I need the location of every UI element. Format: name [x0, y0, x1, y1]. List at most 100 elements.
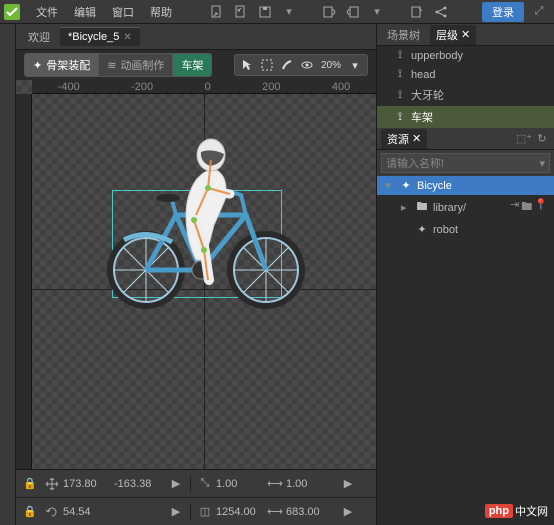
play4-icon[interactable]: ▶ — [340, 504, 356, 520]
item-label: 车架 — [411, 109, 433, 125]
lock2-icon[interactable]: 🔒 — [22, 504, 38, 520]
open-file-icon[interactable] — [230, 3, 252, 21]
canvas-artwork[interactable] — [86, 120, 306, 310]
menu-window[interactable]: 窗口 — [104, 4, 142, 20]
status-bar: 🔒 173.80 -163.38 ▶ ⤡ 1.00 ⟷ 1.00 ▶ — [16, 469, 376, 497]
bone-icon: ⟟ — [393, 89, 407, 102]
scale-icon[interactable]: ⤡ — [197, 476, 213, 492]
share-icon[interactable] — [430, 3, 452, 21]
global-toolbar: ▾ ▾ — [190, 3, 452, 21]
tab-hierarchy-label: 层级 — [436, 27, 458, 43]
resource-folder-library[interactable]: ▸ 🖿 library/ ⇥ 🖿 📍 — [377, 195, 554, 220]
watermark: php 中文网 — [485, 503, 548, 519]
dropdown-icon[interactable]: ▾ — [278, 3, 300, 21]
tab-welcome[interactable]: 欢迎 — [20, 26, 58, 48]
tab-hierarchy[interactable]: 层级 ✕ — [430, 25, 476, 45]
resource-item-robot[interactable]: ✦ robot — [377, 220, 554, 239]
motion-icon: ≋ — [107, 59, 116, 72]
size-w[interactable]: 1254.00 — [216, 506, 264, 518]
size-icon[interactable]: ◫ — [197, 504, 213, 520]
tab-bicycle-label: *Bicycle_5 — [68, 31, 119, 43]
search-placeholder: 请输入名称! — [386, 155, 444, 171]
login-button[interactable]: 登录 — [482, 2, 524, 22]
canvas-viewport[interactable]: -400-2000200400 — [16, 80, 376, 469]
res-action3-icon[interactable]: 📍 — [534, 198, 548, 217]
watermark-brand: php — [485, 504, 513, 518]
tab-scene-tree[interactable]: 场景树 — [381, 25, 426, 45]
resource-root-bicycle[interactable]: ▾ ✦ Bicycle — [377, 176, 554, 195]
close-panel2-icon[interactable]: ✕ — [412, 132, 421, 145]
eye-tool-icon[interactable] — [299, 55, 315, 75]
hierarchy-item-upperbody[interactable]: ⟟ upperbody — [377, 46, 554, 65]
resource-search-input[interactable]: 请输入名称! ▾ — [381, 153, 550, 173]
mode-animation-label: 动画制作 — [120, 57, 164, 73]
res-action1-icon[interactable]: ⇥ — [510, 198, 519, 217]
mode-toolbar: ✦ 骨架装配 ≋ 动画制作 车架 20% ▾ — [16, 50, 376, 80]
refresh-icon[interactable]: ↻ — [534, 131, 550, 147]
person-icon: ✦ — [33, 59, 42, 72]
scale-link-icon[interactable]: ⟷ — [267, 476, 283, 492]
item-label: upperbody — [411, 50, 463, 62]
folder-icon: 🖿 — [415, 198, 429, 217]
bone-icon: ⟟ — [393, 68, 407, 81]
position-y[interactable]: -163.38 — [114, 478, 162, 490]
close-panel-icon[interactable]: ✕ — [461, 28, 470, 41]
size-link-icon[interactable]: ⟷ — [267, 504, 283, 520]
hierarchy-item-frame[interactable]: ⟟ 车架 — [377, 106, 554, 128]
bone-icon: ⟟ — [393, 111, 407, 124]
bone-icon: ⟟ — [393, 49, 407, 62]
menu-file[interactable]: 文件 — [28, 4, 66, 20]
opacity-dropdown-icon[interactable]: ▾ — [347, 55, 363, 75]
import-icon[interactable] — [318, 3, 340, 21]
app-logo-icon — [4, 4, 20, 20]
status-bar-2: 🔒 54.54 ▶ ◫ 1254.00 ⟷ 683.00 ▶ — [16, 497, 376, 525]
scale-x[interactable]: 1.00 — [216, 478, 264, 490]
expand-icon[interactable]: ▸ — [401, 201, 411, 214]
selection-tool-icon[interactable] — [259, 55, 275, 75]
tab-bicycle[interactable]: *Bicycle_5 ✕ — [60, 27, 140, 46]
add-resource-icon[interactable]: ⬚⁺ — [516, 131, 532, 147]
mode-frame[interactable]: 车架 — [173, 54, 211, 76]
hierarchy-item-gear[interactable]: ⟟ 大牙轮 — [377, 84, 554, 106]
collapse-icon[interactable]: ▾ — [385, 179, 395, 192]
cursor-tool-icon[interactable] — [239, 55, 255, 75]
tab-resources[interactable]: 资源 ✕ — [381, 129, 427, 149]
canvas-tools: 20% ▾ — [234, 54, 368, 76]
save-icon[interactable] — [254, 3, 276, 21]
mode-animation[interactable]: ≋ 动画制作 — [99, 54, 173, 76]
export-icon[interactable] — [342, 3, 364, 21]
scale-y[interactable]: 1.00 — [286, 478, 334, 490]
figure-icon: ✦ — [415, 223, 429, 236]
res-action2-icon[interactable]: 🖿 — [521, 198, 532, 217]
rotation-value[interactable]: 54.54 — [63, 506, 111, 518]
mode-rigging[interactable]: ✦ 骨架装配 — [25, 54, 99, 76]
size-h[interactable]: 683.00 — [286, 506, 334, 518]
left-gutter — [0, 24, 16, 525]
lock-icon[interactable]: 🔒 — [22, 476, 38, 492]
top-menubar: 文件 编辑 窗口 帮助 ▾ ▾ 登录 ⤢ — [0, 0, 554, 24]
mode-rigging-label: 骨架装配 — [46, 57, 90, 73]
menu-help[interactable]: 帮助 — [142, 4, 180, 20]
position-x[interactable]: 173.80 — [63, 478, 111, 490]
menu-edit[interactable]: 编辑 — [66, 4, 104, 20]
mode-frame-label: 车架 — [181, 57, 203, 73]
ruler-horizontal: -400-2000200400 — [32, 80, 376, 94]
opacity-value[interactable]: 20% — [319, 60, 343, 71]
play2-icon[interactable]: ▶ — [340, 476, 356, 492]
resource-label: robot — [433, 224, 458, 236]
hierarchy-tree: ⟟ upperbody ⟟head ⟟ 大牙轮 ⟟ 车架 — [377, 46, 554, 128]
move-icon[interactable] — [44, 476, 60, 492]
close-tab-icon[interactable]: ✕ — [123, 32, 131, 43]
item-label: 大牙轮 — [411, 87, 444, 103]
new-file-icon[interactable] — [206, 3, 228, 21]
expand-icon[interactable]: ⤢ — [528, 3, 550, 21]
hierarchy-item-head[interactable]: ⟟head — [377, 65, 554, 84]
search-dropdown-icon[interactable]: ▾ — [539, 157, 545, 170]
rotate-icon[interactable] — [44, 504, 60, 520]
edit-icon[interactable] — [406, 3, 428, 21]
brush-tool-icon[interactable] — [279, 55, 295, 75]
play-icon[interactable]: ▶ — [168, 476, 184, 492]
figure-icon: ✦ — [399, 179, 413, 192]
dropdown2-icon[interactable]: ▾ — [366, 3, 388, 21]
play3-icon[interactable]: ▶ — [168, 504, 184, 520]
